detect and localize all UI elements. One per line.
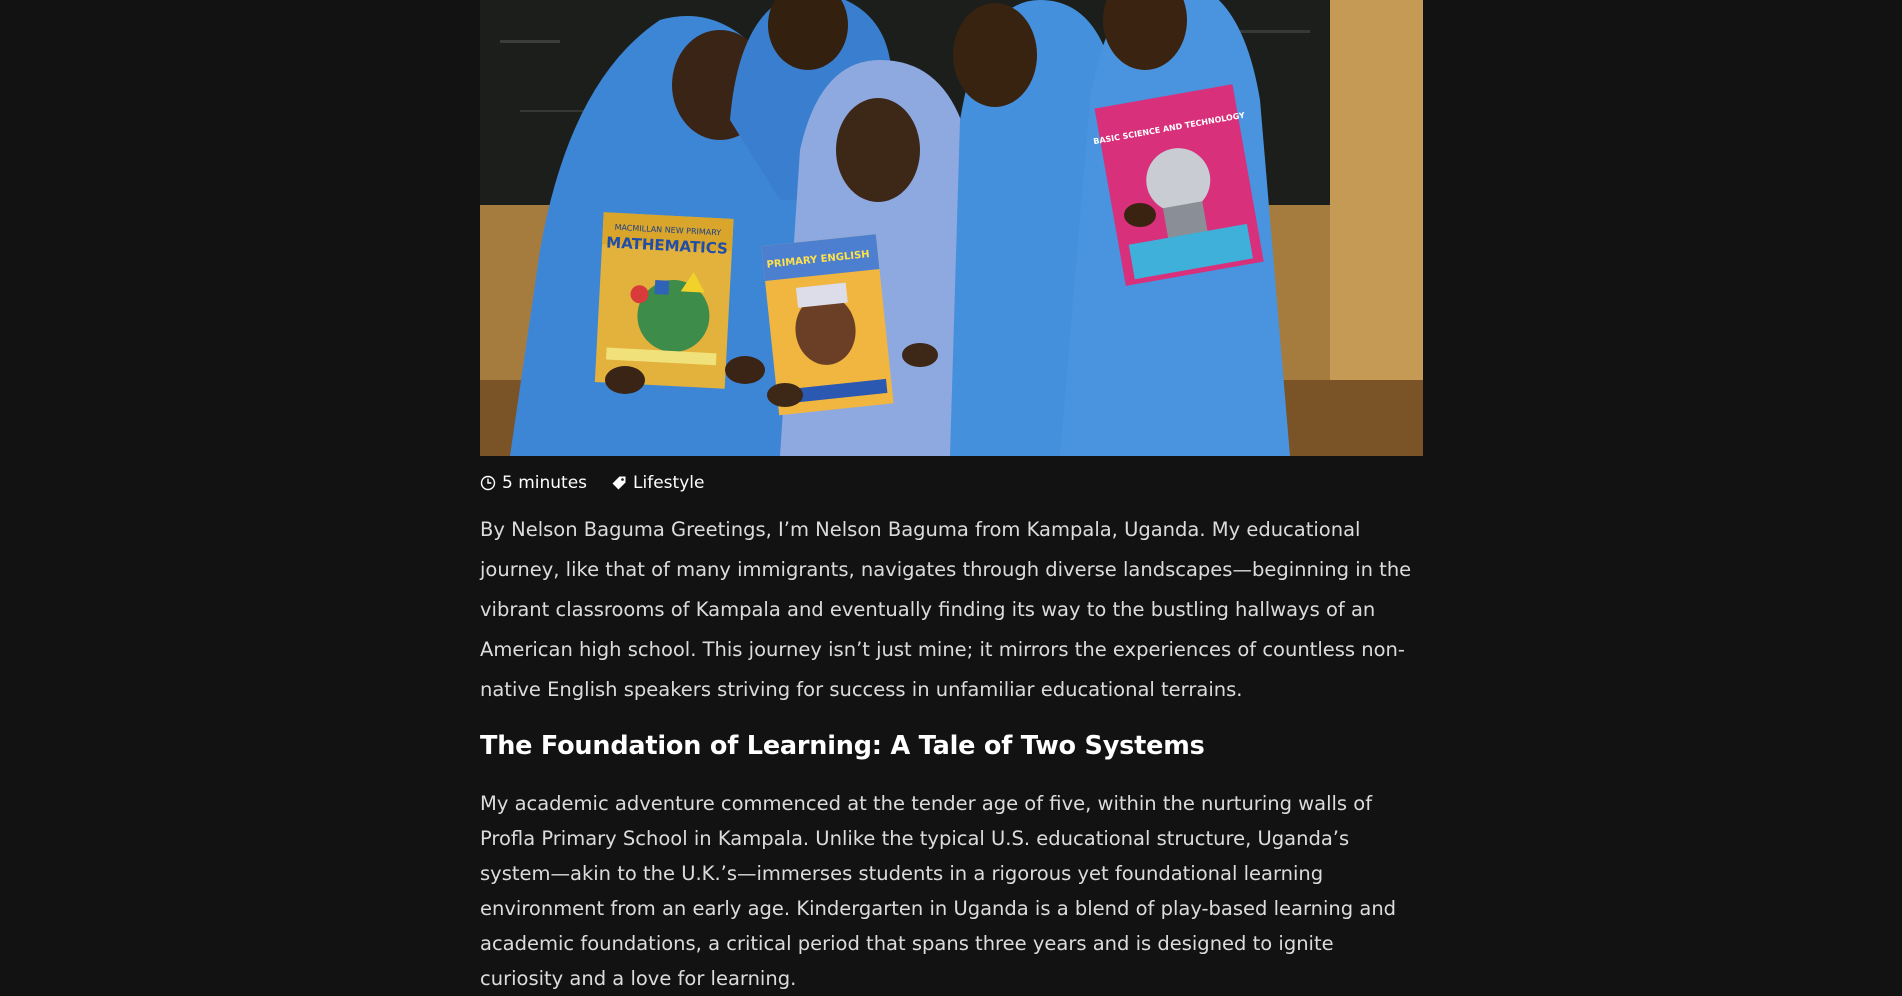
body-paragraph: My academic adventure commenced at the t… <box>480 792 1397 990</box>
category-link[interactable]: Lifestyle <box>611 473 704 493</box>
section-heading: The Foundation of Learning: A Tale of Tw… <box>480 731 1205 761</box>
read-time: 5 minutes <box>480 473 587 493</box>
hero-image: MACMILLAN NEW PRIMARY MATHEMATICS PRIMAR… <box>480 0 1423 456</box>
category-label[interactable]: Lifestyle <box>633 473 704 493</box>
read-time-label: 5 minutes <box>502 473 588 493</box>
article: MACMILLAN NEW PRIMARY MATHEMATICS PRIMAR… <box>480 0 1423 990</box>
clock-icon <box>480 475 496 491</box>
intro-paragraph: By Nelson Baguma Greetings, I’m Nelson B… <box>480 518 1412 701</box>
post-meta: 5 minutes Lifestyle <box>480 470 728 496</box>
tag-icon <box>611 475 627 491</box>
